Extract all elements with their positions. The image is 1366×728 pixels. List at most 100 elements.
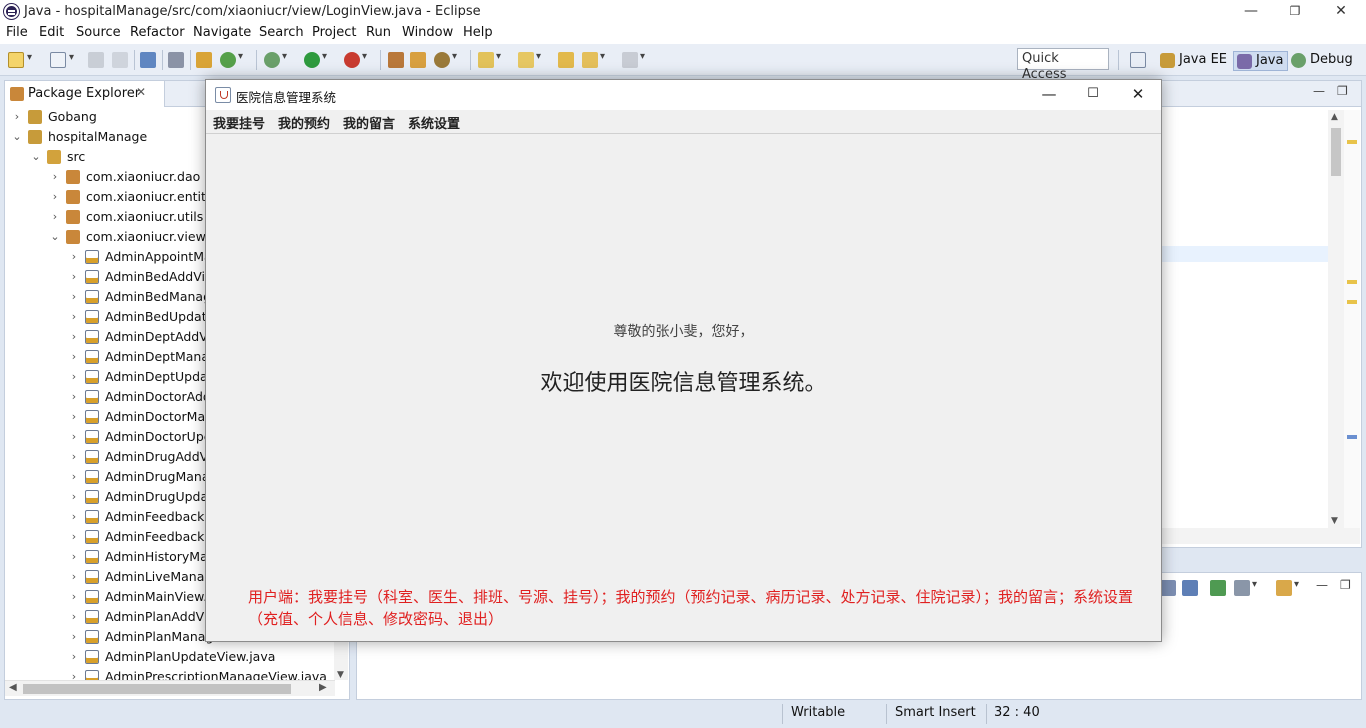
refresh-icon[interactable] xyxy=(220,51,243,68)
menu-system-settings[interactable]: 系统设置 xyxy=(408,113,460,132)
warning-marker[interactable] xyxy=(1347,280,1357,284)
chevron-right-icon[interactable]: › xyxy=(68,327,80,347)
forward-icon[interactable] xyxy=(622,51,645,68)
skip-breakpoints-icon[interactable] xyxy=(168,52,184,68)
new-icon[interactable] xyxy=(8,52,32,68)
menu-help[interactable]: Help xyxy=(463,25,493,40)
dialog-title-bar[interactable]: 医院信息管理系统 — ☐ ✕ xyxy=(206,80,1161,110)
menu-run[interactable]: Run xyxy=(366,25,391,40)
chevron-right-icon[interactable]: › xyxy=(68,367,80,387)
menu-project[interactable]: Project xyxy=(312,25,356,40)
tree-item-label: AdminDoctorAdd xyxy=(105,389,211,404)
chevron-right-icon[interactable]: › xyxy=(68,427,80,447)
chevron-right-icon[interactable]: › xyxy=(49,207,61,227)
java-icon xyxy=(85,590,99,604)
minimize-view-icon[interactable]: — xyxy=(1313,84,1325,98)
open-console-icon[interactable] xyxy=(1276,579,1299,596)
display-console-icon[interactable] xyxy=(1234,579,1257,596)
chevron-right-icon[interactable]: › xyxy=(68,547,80,567)
search-icon[interactable] xyxy=(434,51,457,68)
chevron-right-icon[interactable]: › xyxy=(68,607,80,627)
chevron-right-icon[interactable]: › xyxy=(68,507,80,527)
chevron-down-icon[interactable]: ⌄ xyxy=(11,127,23,147)
perspective-java[interactable]: Java xyxy=(1233,51,1289,71)
menu-navigate[interactable]: Navigate xyxy=(193,25,251,40)
console-pin-icon[interactable] xyxy=(1210,580,1226,596)
chevron-right-icon[interactable]: › xyxy=(68,287,80,307)
dialog-minimize-button[interactable]: — xyxy=(1026,80,1072,110)
chevron-right-icon[interactable]: › xyxy=(68,307,80,327)
package-explorer-tab[interactable]: Package Explorer ✕ xyxy=(5,81,165,107)
editor-scroll-thumb[interactable] xyxy=(1331,128,1341,176)
save-icon[interactable] xyxy=(88,52,104,68)
open-task-icon[interactable] xyxy=(410,52,426,68)
maximize-view-icon[interactable]: ❐ xyxy=(1337,84,1348,98)
close-tab-icon[interactable]: ✕ xyxy=(136,85,146,99)
menu-my-messages[interactable]: 我的留言 xyxy=(343,113,395,132)
package-explorer-horizontal-scrollbar[interactable]: ◀ ▶ xyxy=(5,680,335,696)
scroll-down-icon[interactable]: ▼ xyxy=(337,670,344,680)
menu-source[interactable]: Source xyxy=(76,25,121,40)
scroll-left-icon[interactable]: ◀ xyxy=(9,682,17,693)
chevron-right-icon[interactable]: › xyxy=(68,567,80,587)
chevron-right-icon[interactable]: › xyxy=(68,587,80,607)
warning-marker[interactable] xyxy=(1347,140,1357,144)
chevron-right-icon[interactable]: › xyxy=(68,627,80,647)
chevron-right-icon[interactable]: › xyxy=(68,487,80,507)
chevron-right-icon[interactable]: › xyxy=(68,647,80,667)
perspective-java-ee[interactable]: Java EE xyxy=(1157,51,1231,71)
occurrence-marker[interactable] xyxy=(1347,435,1357,439)
external-tools-icon[interactable] xyxy=(344,51,367,68)
chevron-right-icon[interactable]: › xyxy=(68,247,80,267)
save-all-icon[interactable] xyxy=(112,52,128,68)
editor-vertical-scrollbar[interactable]: ▲ ▼ xyxy=(1328,110,1344,528)
dialog-close-button[interactable]: ✕ xyxy=(1115,80,1161,110)
console-maximize-icon[interactable]: ❐ xyxy=(1340,578,1351,592)
terminal-icon[interactable] xyxy=(140,52,156,68)
chevron-right-icon[interactable]: › xyxy=(49,167,61,187)
dialog-maximize-button[interactable]: ☐ xyxy=(1070,80,1116,110)
next-annotation-icon[interactable] xyxy=(518,51,541,68)
console-minimize-icon[interactable]: — xyxy=(1316,578,1328,592)
open-type-icon[interactable] xyxy=(388,52,404,68)
editor-scroll-up-icon[interactable]: ▲ xyxy=(1331,112,1338,122)
menu-search[interactable]: Search xyxy=(259,25,304,40)
console-word-wrap-icon[interactable] xyxy=(1182,580,1198,596)
chevron-right-icon[interactable]: › xyxy=(68,447,80,467)
menu-my-appointments[interactable]: 我的预约 xyxy=(278,113,330,132)
chevron-right-icon[interactable]: › xyxy=(68,527,80,547)
console-scroll-lock-icon[interactable] xyxy=(1160,580,1176,596)
menu-window[interactable]: Window xyxy=(402,25,453,40)
new-wizard-icon[interactable] xyxy=(50,52,74,68)
chevron-down-icon[interactable]: ⌄ xyxy=(49,227,61,247)
menu-register[interactable]: 我要挂号 xyxy=(213,113,265,132)
eclipse-minimize-button[interactable]: — xyxy=(1228,0,1274,24)
chevron-right-icon[interactable]: › xyxy=(11,107,23,127)
horizontal-scroll-thumb[interactable] xyxy=(23,684,291,694)
eclipse-restore-button[interactable]: ❐ xyxy=(1272,0,1318,24)
debug-icon[interactable] xyxy=(264,51,287,68)
scroll-right-icon[interactable]: ▶ xyxy=(319,682,327,693)
chevron-right-icon[interactable]: › xyxy=(68,387,80,407)
package-new-icon[interactable] xyxy=(196,52,212,68)
back-icon[interactable] xyxy=(582,51,605,68)
chevron-right-icon[interactable]: › xyxy=(49,187,61,207)
chevron-right-icon[interactable]: › xyxy=(68,407,80,427)
open-perspective-icon[interactable] xyxy=(1130,52,1146,68)
chevron-right-icon[interactable]: › xyxy=(68,267,80,287)
menu-file[interactable]: File xyxy=(6,25,28,40)
perspective-debug[interactable]: Debug xyxy=(1288,51,1357,71)
editor-horizontal-scrollbar[interactable] xyxy=(1160,528,1360,544)
run-icon[interactable] xyxy=(304,51,327,68)
warning-marker[interactable] xyxy=(1347,300,1357,304)
annotation-icon[interactable] xyxy=(478,51,501,68)
editor-scroll-down-icon[interactable]: ▼ xyxy=(1331,516,1338,526)
menu-refactor[interactable]: Refactor xyxy=(130,25,185,40)
eclipse-close-button[interactable]: ✕ xyxy=(1318,0,1364,24)
chevron-down-icon[interactable]: ⌄ xyxy=(30,147,42,167)
menu-edit[interactable]: Edit xyxy=(39,25,64,40)
chevron-right-icon[interactable]: › xyxy=(68,467,80,487)
last-edit-icon[interactable] xyxy=(558,52,574,68)
quick-access-input[interactable]: Quick Access xyxy=(1017,48,1109,82)
chevron-right-icon[interactable]: › xyxy=(68,347,80,367)
